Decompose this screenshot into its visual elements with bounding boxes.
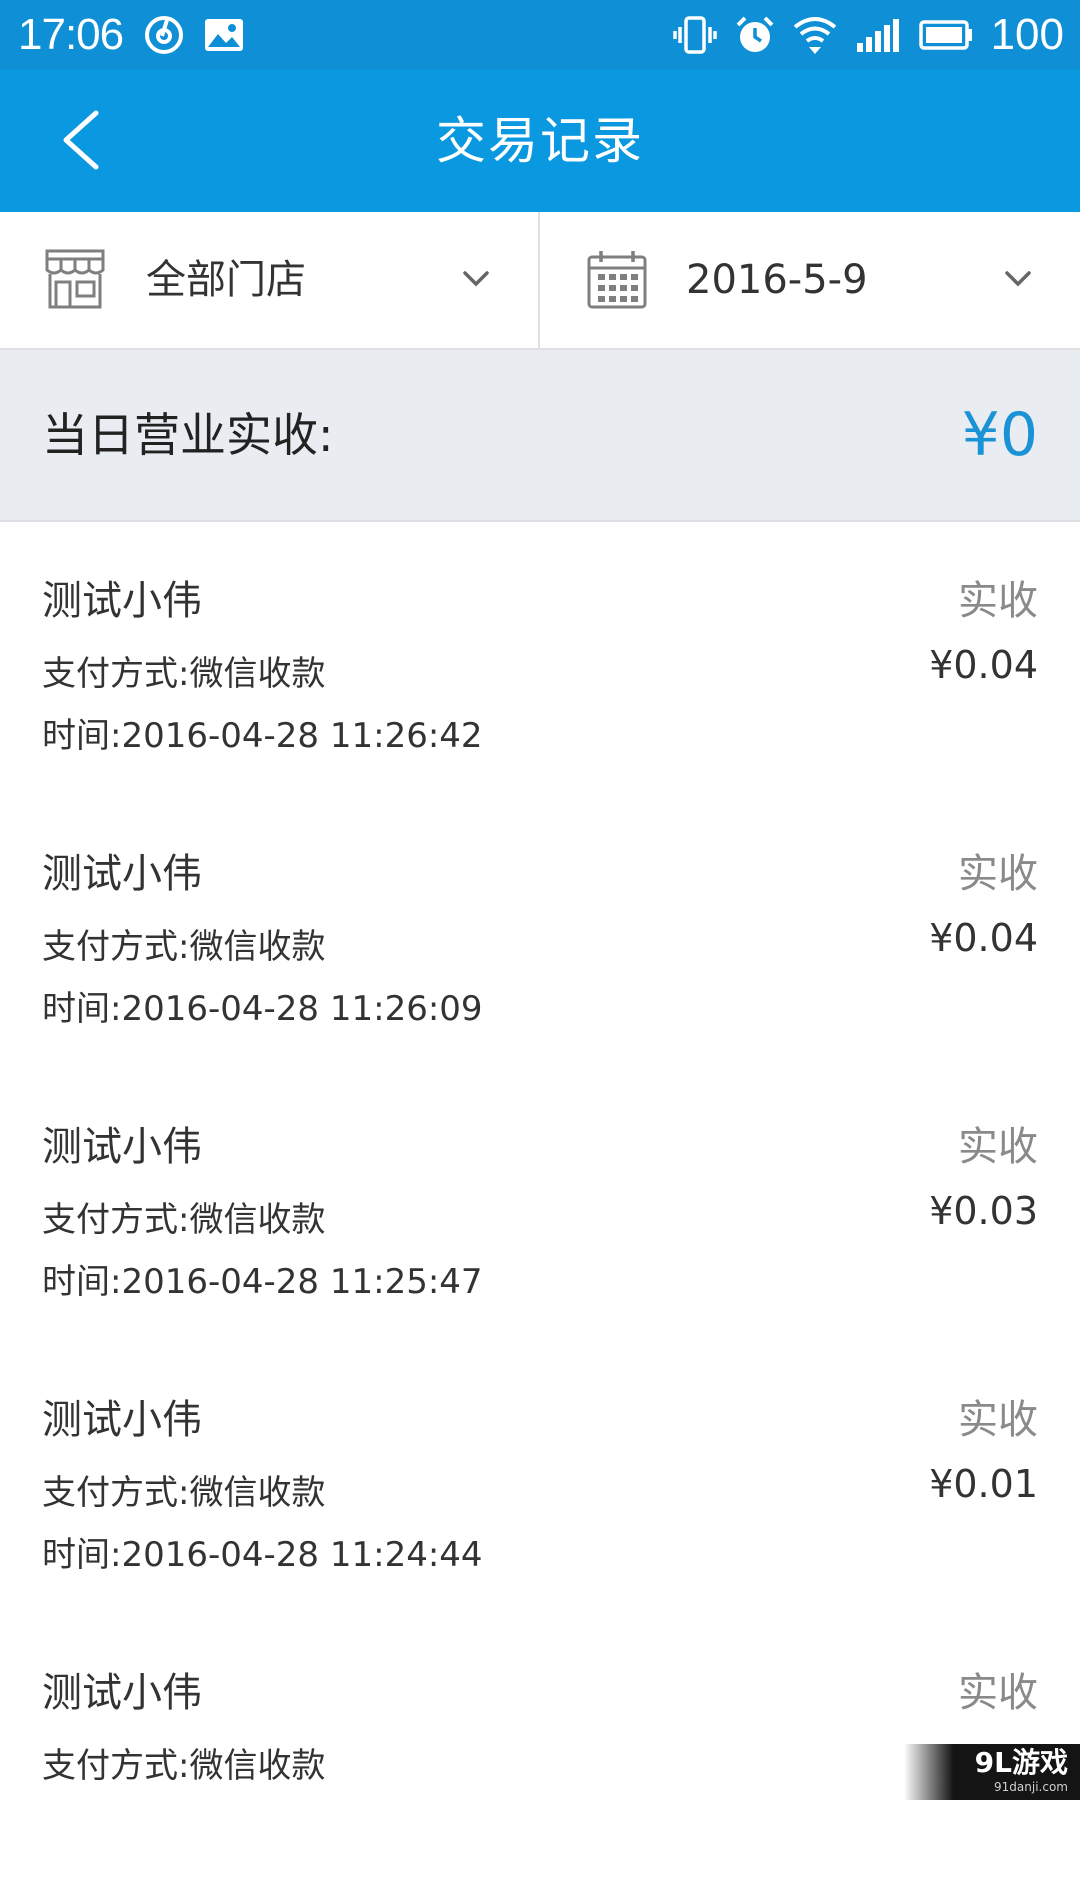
calendar-icon: [586, 248, 648, 314]
date-filter-dropdown[interactable]: 2016-5-9: [540, 212, 1080, 348]
header-bar: 交易记录: [0, 70, 1080, 212]
chevron-down-icon: [1004, 270, 1032, 292]
transaction-name: 测试小伟: [42, 1397, 202, 1443]
transaction-status: 实收: [958, 1397, 1038, 1443]
transaction-amount: ¥0.01: [929, 1462, 1038, 1506]
gallery-icon: [203, 17, 245, 53]
store-filter-label: 全部门店: [146, 257, 306, 303]
status-time: 17:06: [18, 10, 124, 59]
date-filter-label: 2016-5-9: [686, 257, 868, 303]
filter-bar: 全部门店 2016-5-9: [0, 212, 1080, 350]
alarm-icon: [735, 15, 775, 55]
transaction-item[interactable]: 测试小伟 实收 支付方式:微信收款 ¥0.04 时间:2016-04-28 11…: [0, 795, 1080, 1068]
transaction-time: 时间:2016-04-28 11:25:47: [42, 1262, 483, 1302]
wifi-icon: [793, 15, 837, 55]
watermark-logo: 9L游戏: [974, 1746, 1068, 1779]
transaction-method: 支付方式:微信收款: [42, 1473, 326, 1513]
battery-icon: [918, 19, 973, 51]
transaction-status: 实收: [958, 851, 1038, 897]
daily-revenue-label: 当日营业实收:: [42, 408, 334, 462]
transaction-amount: ¥0.04: [929, 643, 1038, 687]
store-icon: [44, 248, 106, 314]
battery-level: 100: [990, 10, 1064, 59]
transaction-amount: ¥0.03: [929, 1189, 1038, 1233]
transaction-item[interactable]: 测试小伟 实收 支付方式:微信收款 ¥0.01 时间:2016-04-28 11…: [0, 1341, 1080, 1614]
transaction-status: 实收: [958, 1124, 1038, 1170]
watermark: 9L游戏 91danji.com: [904, 1744, 1080, 1800]
transaction-name: 测试小伟: [42, 851, 202, 897]
transaction-method: 支付方式:微信收款: [42, 927, 326, 967]
transaction-method: 支付方式:微信收款: [42, 654, 326, 694]
transaction-name: 测试小伟: [42, 1124, 202, 1170]
transaction-list: 测试小伟 实收 支付方式:微信收款 ¥0.04 时间:2016-04-28 11…: [0, 522, 1080, 1887]
daily-summary: 当日营业实收: ¥0: [0, 350, 1080, 522]
watermark-url: 91danji.com: [994, 1780, 1068, 1794]
status-bar-right: 100: [655, 10, 1064, 60]
transaction-status: 实收: [958, 1670, 1038, 1716]
transaction-name: 测试小伟: [42, 1670, 202, 1716]
signal-icon: [855, 17, 901, 53]
store-filter-dropdown[interactable]: 全部门店: [0, 212, 540, 348]
daily-revenue-value: ¥0: [961, 400, 1038, 470]
transaction-method: 支付方式:微信收款: [42, 1746, 326, 1786]
status-bar-left: 17:06: [18, 10, 265, 60]
transaction-item[interactable]: 测试小伟 实收 支付方式:微信收款 ¥0.04 时间:2016-04-28 11…: [0, 522, 1080, 795]
transaction-name: 测试小伟: [42, 578, 202, 624]
netease-music-icon: [145, 16, 184, 54]
transaction-time: 时间:2016-04-28 11:26:09: [42, 989, 483, 1029]
status-bar: 17:06 100: [0, 0, 1080, 70]
transaction-amount: ¥0.04: [929, 916, 1038, 960]
chevron-down-icon: [462, 270, 490, 292]
transaction-status: 实收: [958, 578, 1038, 624]
transaction-item[interactable]: 测试小伟 实收 支付方式:微信收款 ¥0.03 时间:2016-04-28 11…: [0, 1068, 1080, 1341]
vibrate-icon: [672, 15, 717, 55]
transaction-time: 时间:2016-04-28 11:24:44: [42, 1535, 483, 1575]
page-title: 交易记录: [436, 112, 644, 170]
transaction-method: 支付方式:微信收款: [42, 1200, 326, 1240]
transaction-time: 时间:2016-04-28 11:26:42: [42, 716, 483, 756]
